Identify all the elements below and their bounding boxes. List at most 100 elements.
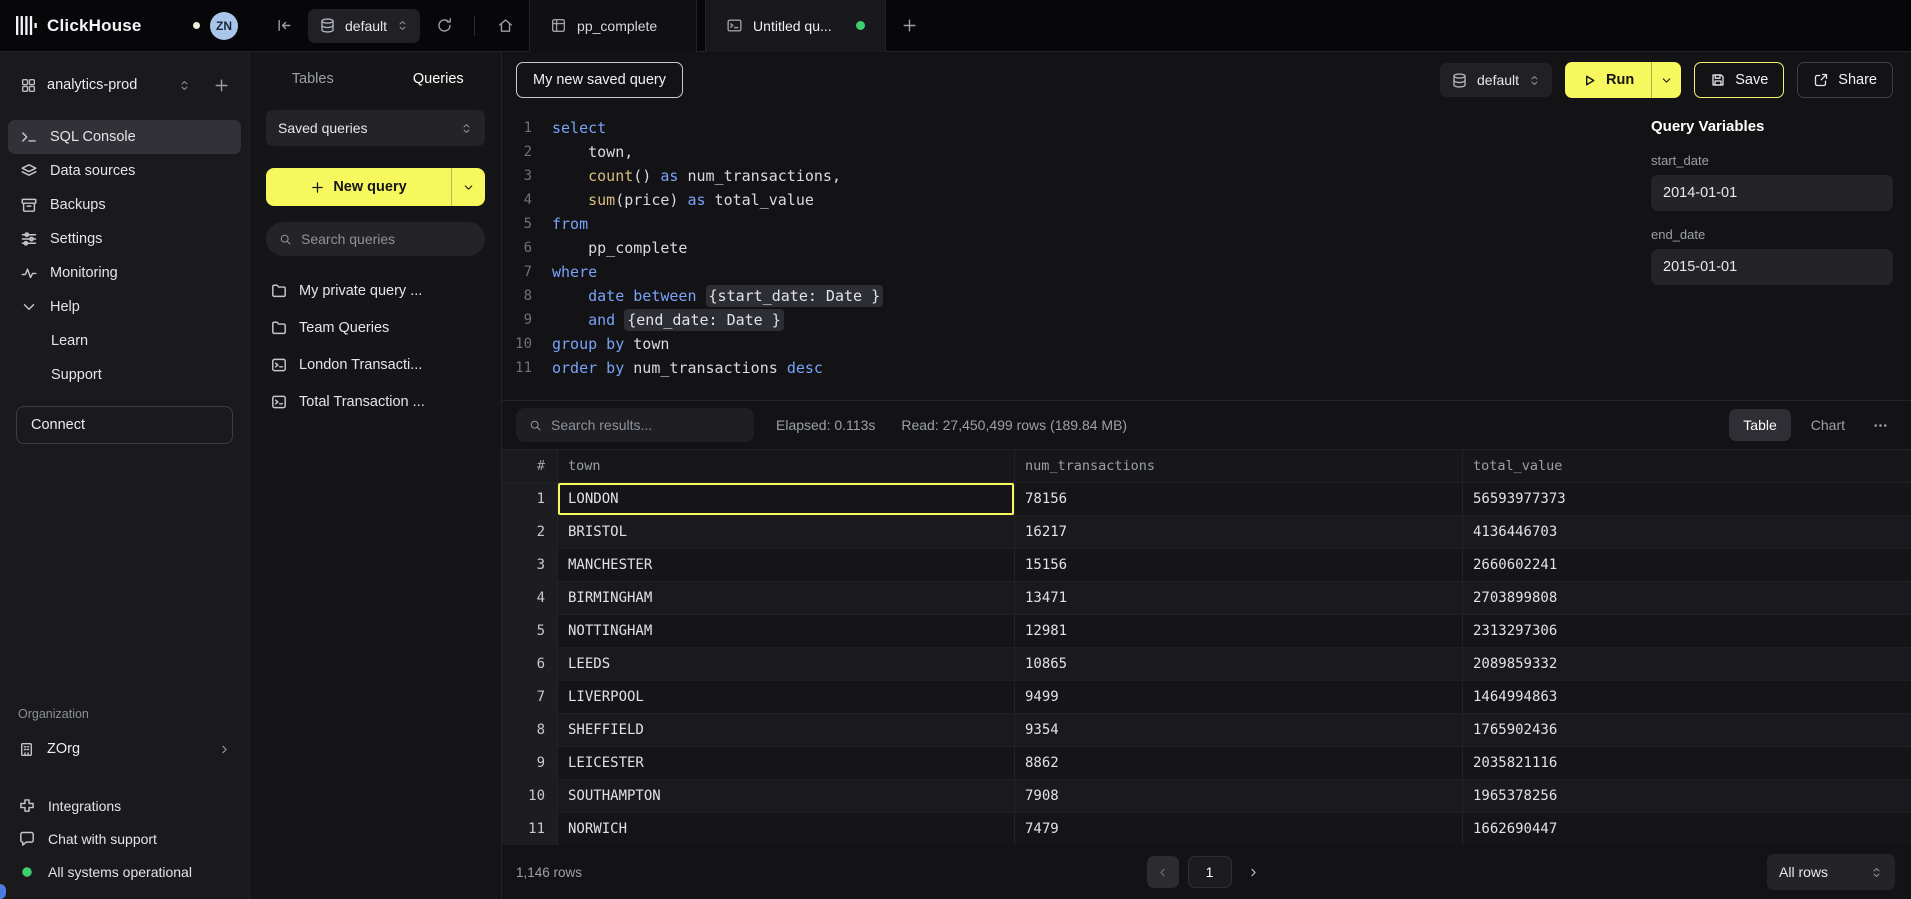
table-cell[interactable]: BRISTOL — [558, 516, 1015, 548]
sidebar-item-monitoring[interactable]: Monitoring — [8, 256, 241, 290]
sidebar-item-settings[interactable]: Settings — [8, 222, 241, 256]
page-size-select[interactable]: All rows — [1767, 854, 1895, 890]
code-line[interactable]: sum(price) as total_value — [552, 188, 1633, 212]
column-header-total-value[interactable]: total_value — [1463, 450, 1911, 482]
code-line[interactable]: order by num_transactions desc — [552, 356, 1633, 380]
code-line[interactable]: select — [552, 116, 1633, 140]
row-index-cell[interactable]: 9 — [502, 747, 558, 779]
table-cell[interactable]: 12981 — [1015, 615, 1463, 647]
run-button[interactable]: Run — [1565, 62, 1681, 98]
row-index-cell[interactable]: 4 — [502, 582, 558, 614]
table-cell[interactable]: 1765902436 — [1463, 714, 1911, 746]
saved-query-total-transaction[interactable]: Total Transaction ... — [266, 387, 485, 417]
sidebar-footer-all-systems-operational[interactable]: All systems operational — [0, 857, 249, 887]
topbar-database-selector[interactable]: default — [308, 9, 420, 43]
table-cell[interactable]: LIVERPOOL — [558, 681, 1015, 713]
table-cell[interactable]: 8862 — [1015, 747, 1463, 779]
table-cell[interactable]: 2313297306 — [1463, 615, 1911, 647]
run-main[interactable]: Run — [1565, 62, 1651, 98]
saved-query-tab[interactable]: My new saved query — [516, 62, 683, 98]
table-cell[interactable]: 1965378256 — [1463, 780, 1911, 812]
table-cell[interactable]: LONDON — [558, 483, 1015, 515]
saved-query-london-transacti[interactable]: London Transacti... — [266, 350, 485, 380]
row-index-cell[interactable]: 10 — [502, 780, 558, 812]
table-cell[interactable]: LEEDS — [558, 648, 1015, 680]
next-page-button[interactable] — [1241, 856, 1267, 888]
share-button[interactable]: Share — [1797, 62, 1893, 98]
sidebar-footer-chat-with-support[interactable]: Chat with support — [0, 824, 249, 854]
code-line[interactable]: and {end_date: Date } — [552, 308, 1633, 332]
new-query-main[interactable]: New query — [266, 168, 451, 206]
table-cell[interactable]: LEICESTER — [558, 747, 1015, 779]
home-button[interactable] — [489, 10, 521, 42]
more-options-button[interactable] — [1865, 409, 1895, 441]
table-cell[interactable]: 1662690447 — [1463, 813, 1911, 845]
column-header-num-transactions[interactable]: num_transactions — [1015, 450, 1463, 482]
user-avatar[interactable]: ZN — [210, 12, 238, 40]
table-cell[interactable]: 13471 — [1015, 582, 1463, 614]
row-index-cell[interactable]: 6 — [502, 648, 558, 680]
table-cell[interactable]: 7479 — [1015, 813, 1463, 845]
code-line[interactable]: count() as num_transactions, — [552, 164, 1633, 188]
code-line[interactable]: pp_complete — [552, 236, 1633, 260]
table-cell[interactable]: 15156 — [1015, 549, 1463, 581]
table-cell[interactable]: 9499 — [1015, 681, 1463, 713]
toolbar-database-selector[interactable]: default — [1440, 63, 1552, 97]
table-cell[interactable]: 2035821116 — [1463, 747, 1911, 779]
workspace-selector[interactable]: analytics-prod — [12, 66, 199, 104]
table-cell[interactable]: SOUTHAMPTON — [558, 780, 1015, 812]
sidebar-item-support[interactable]: Support — [8, 358, 241, 392]
row-index-cell[interactable]: 1 — [502, 483, 558, 515]
code-line[interactable]: town, — [552, 140, 1633, 164]
column-header-town[interactable]: town — [558, 450, 1015, 482]
search-queries-input[interactable] — [301, 231, 472, 247]
new-tab-button[interactable] — [894, 10, 926, 42]
table-cell[interactable]: 9354 — [1015, 714, 1463, 746]
row-index-cell[interactable]: 3 — [502, 549, 558, 581]
saved-query-my-private-query[interactable]: My private query ... — [266, 276, 485, 306]
run-options-button[interactable] — [1651, 62, 1681, 98]
saved-query-team-queries[interactable]: Team Queries — [266, 313, 485, 343]
table-cell[interactable]: 1464994863 — [1463, 681, 1911, 713]
tab-untitled-query[interactable]: Untitled qu... — [705, 0, 886, 52]
table-cell[interactable]: 4136446703 — [1463, 516, 1911, 548]
table-cell[interactable]: 7908 — [1015, 780, 1463, 812]
sidebar-item-sql-console[interactable]: SQL Console — [8, 120, 241, 154]
tab-queries[interactable]: Queries — [376, 71, 502, 87]
row-index-cell[interactable]: 11 — [502, 813, 558, 845]
table-cell[interactable]: 16217 — [1015, 516, 1463, 548]
add-service-button[interactable] — [205, 69, 237, 101]
code-line[interactable]: from — [552, 212, 1633, 236]
new-query-menu-button[interactable] — [451, 168, 485, 206]
table-cell[interactable]: 78156 — [1015, 483, 1463, 515]
sidebar-item-learn[interactable]: Learn — [8, 324, 241, 358]
sidebar-item-backups[interactable]: Backups — [8, 188, 241, 222]
current-page-indicator[interactable]: 1 — [1188, 856, 1232, 888]
code-line[interactable]: group by town — [552, 332, 1633, 356]
sql-editor[interactable]: 1234567891011 select town, count() as nu… — [502, 108, 1633, 400]
new-query-button[interactable]: New query — [266, 168, 485, 206]
row-index-cell[interactable]: 2 — [502, 516, 558, 548]
view-chart-button[interactable]: Chart — [1797, 409, 1859, 441]
table-cell[interactable]: 2089859332 — [1463, 648, 1911, 680]
sidebar-item-data-sources[interactable]: Data sources — [8, 154, 241, 188]
table-cell[interactable]: 2660602241 — [1463, 549, 1911, 581]
collapse-sidebar-button[interactable] — [268, 10, 300, 42]
search-results-input[interactable] — [551, 417, 741, 433]
end-date-input[interactable] — [1651, 249, 1893, 285]
tab-tables[interactable]: Tables — [250, 71, 376, 87]
previous-page-button[interactable] — [1147, 856, 1179, 888]
table-cell[interactable]: 56593977373 — [1463, 483, 1911, 515]
table-cell[interactable]: NORWICH — [558, 813, 1015, 845]
connect-button[interactable]: Connect — [16, 406, 233, 444]
sidebar-item-help[interactable]: Help — [8, 290, 241, 324]
table-cell[interactable]: BIRMINGHAM — [558, 582, 1015, 614]
row-index-cell[interactable]: 7 — [502, 681, 558, 713]
refresh-button[interactable] — [428, 10, 460, 42]
table-cell[interactable]: MANCHESTER — [558, 549, 1015, 581]
sidebar-footer-integrations[interactable]: Integrations — [0, 791, 249, 821]
save-button[interactable]: Save — [1694, 62, 1784, 98]
row-index-cell[interactable]: 5 — [502, 615, 558, 647]
code-line[interactable]: date between {start_date: Date } — [552, 284, 1633, 308]
start-date-input[interactable] — [1651, 175, 1893, 211]
